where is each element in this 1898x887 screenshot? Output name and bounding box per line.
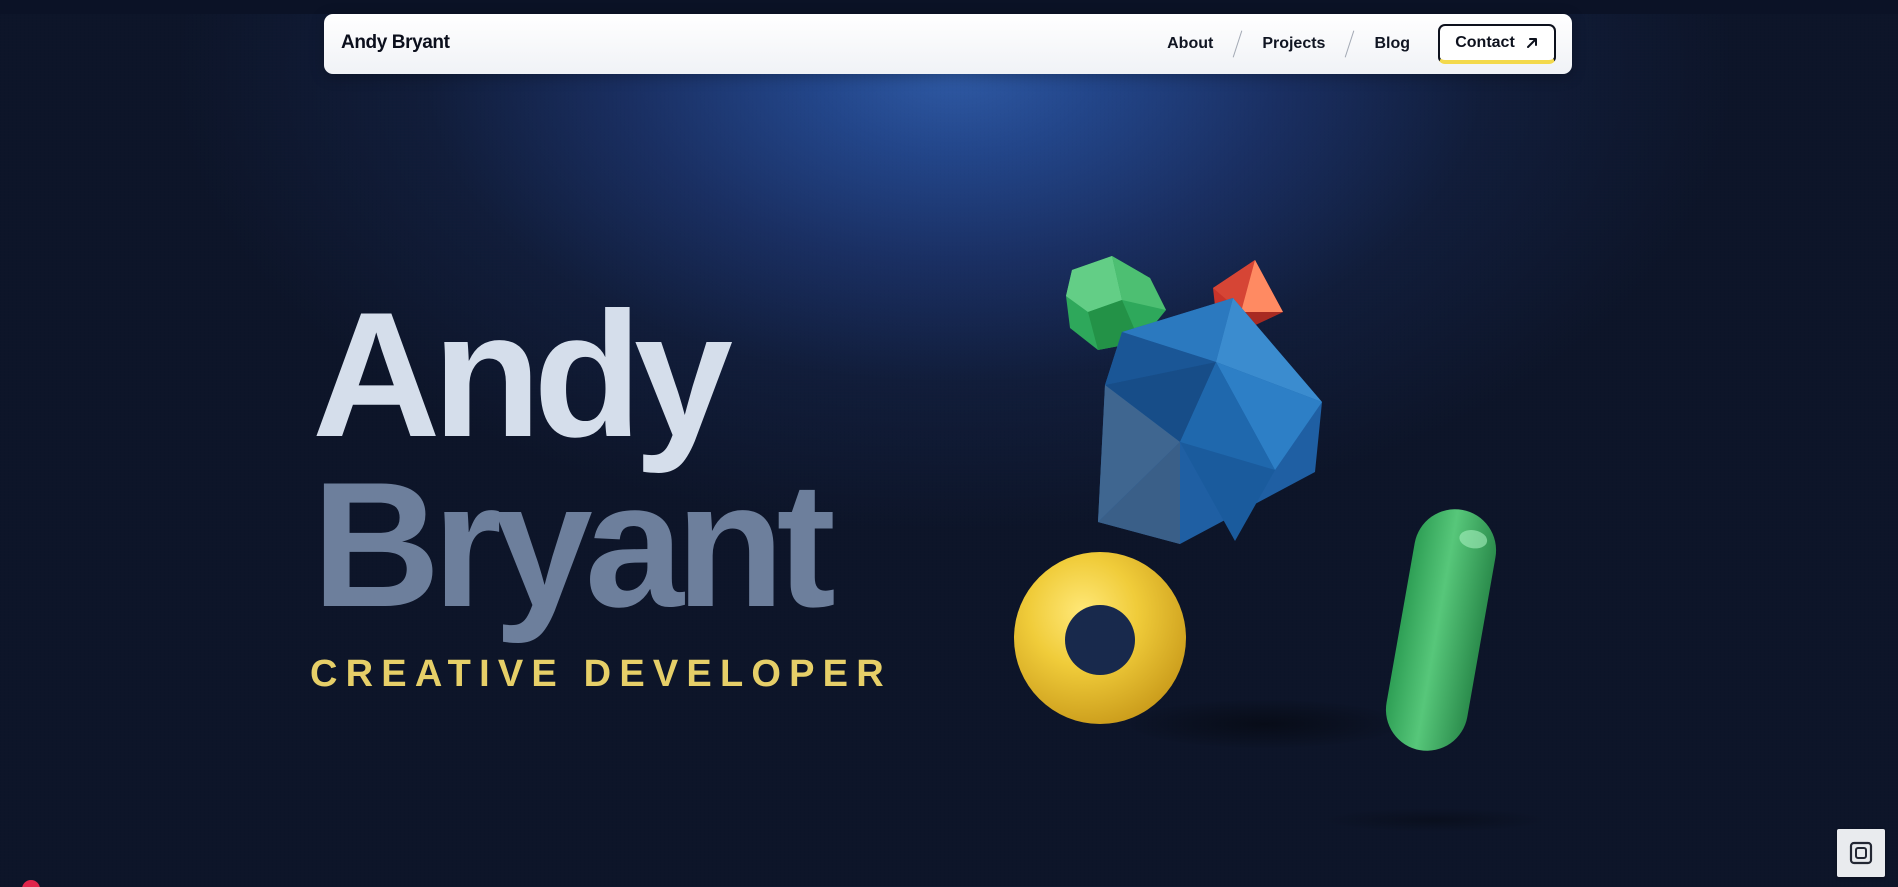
contact-button[interactable]: Contact: [1438, 24, 1556, 64]
capture-icon: [1849, 841, 1873, 865]
hero-subtitle: CREATIVE DEVELOPER: [310, 653, 892, 695]
top-strip: [0, 0, 1898, 14]
record-indicator-dot: [22, 880, 40, 887]
nav-separator: [1233, 30, 1243, 58]
arrow-up-right-icon: [1526, 38, 1537, 48]
nav-link-blog[interactable]: Blog: [1370, 35, 1414, 53]
hero-first-name: Andy: [312, 275, 733, 474]
green-capsule-icon: [1385, 509, 1497, 751]
navigation-bar: Andy Bryant About Projects Blog Contact: [324, 14, 1572, 74]
hero-last-name: Bryant: [312, 445, 836, 644]
contact-button-label: Contact: [1455, 34, 1515, 51]
nav-separator: [1345, 30, 1355, 58]
brand-logo[interactable]: Andy Bryant: [341, 32, 450, 54]
yellow-torus-icon: [1014, 552, 1186, 724]
screenshot-icon[interactable]: [1837, 829, 1885, 877]
nav-link-projects[interactable]: Projects: [1258, 35, 1329, 53]
3d-shapes-scene: [1014, 256, 1497, 751]
nav-links: About Projects Blog Contact: [1163, 14, 1556, 74]
background-grain: [0, 0, 1898, 887]
shape-shadow: [1325, 808, 1545, 832]
blue-icosahedron-icon: [1098, 298, 1322, 544]
nav-link-about[interactable]: About: [1163, 35, 1217, 53]
